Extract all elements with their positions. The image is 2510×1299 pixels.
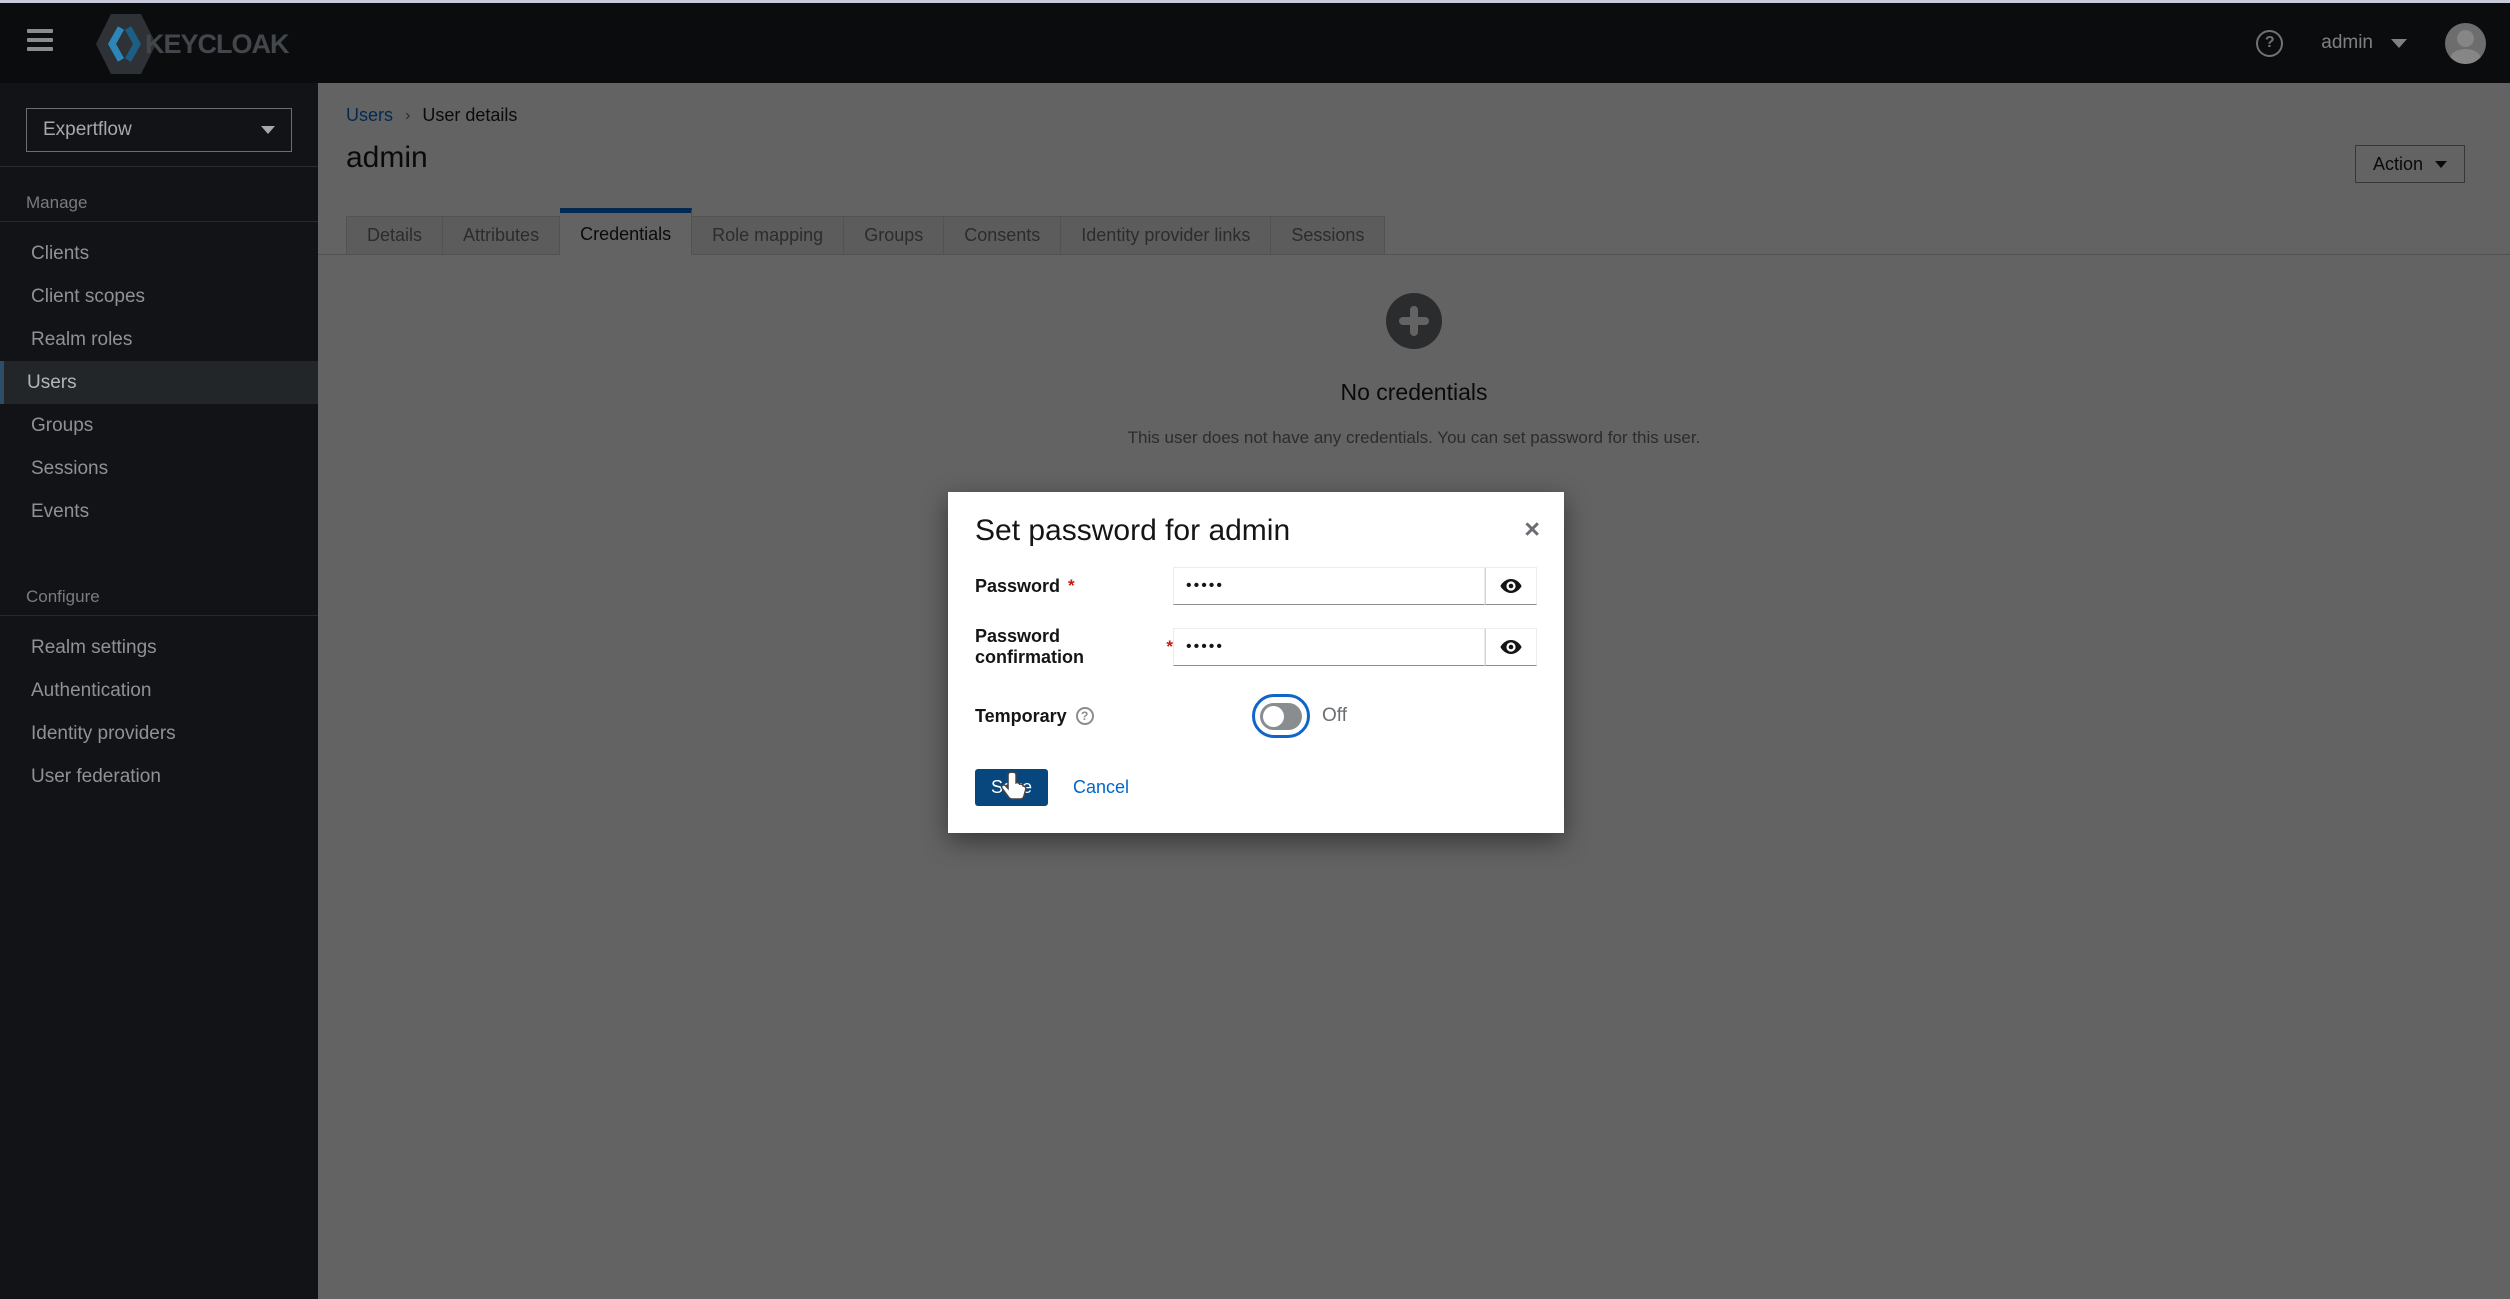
temporary-label: Temporary ? (975, 706, 1173, 727)
chevron-down-icon (2391, 39, 2407, 48)
header-tools: ? admin (2256, 3, 2486, 83)
sidebar-item-client-scopes[interactable]: Client scopes (0, 275, 318, 318)
temporary-row: Temporary ? Off (975, 694, 1537, 738)
chevron-down-icon (261, 126, 275, 134)
sidebar-divider (0, 166, 318, 167)
nav-section-manage: Manage Clients Client scopes Realm roles… (0, 183, 318, 533)
nav-section-title: Manage (0, 183, 318, 222)
realm-name: Expertflow (43, 119, 132, 141)
masthead: KEYCLOAK ? admin (0, 3, 2510, 83)
sidebar-item-sessions[interactable]: Sessions (0, 447, 318, 490)
eye-icon (1499, 574, 1523, 598)
password-confirmation-label: Password confirmation * (975, 628, 1173, 666)
sidebar-item-clients[interactable]: Clients (0, 232, 318, 275)
cancel-button[interactable]: Cancel (1073, 777, 1129, 798)
brand-text: KEYCLOAK (145, 29, 289, 60)
required-asterisk: * (1166, 637, 1173, 657)
required-asterisk: * (1068, 576, 1075, 596)
sidebar-item-realm-roles[interactable]: Realm roles (0, 318, 318, 361)
sidebar-item-realm-settings[interactable]: Realm settings (0, 626, 318, 669)
modal-title: Set password for admin (975, 514, 1290, 548)
keycloak-logo: KEYCLOAK (95, 11, 289, 77)
help-icon[interactable]: ? (2256, 30, 2283, 57)
save-button[interactable]: Save (975, 769, 1048, 806)
sidebar-item-user-federation[interactable]: User federation (0, 755, 318, 798)
nav-section-configure: Configure Realm settings Authentication … (0, 577, 318, 798)
toggle-state-label: Off (1322, 705, 1347, 727)
close-icon[interactable]: × (1524, 516, 1540, 543)
avatar[interactable] (2445, 23, 2486, 64)
password-input[interactable] (1173, 567, 1485, 605)
sidebar-item-groups[interactable]: Groups (0, 404, 318, 447)
nav-toggle-icon[interactable] (27, 29, 53, 55)
password-confirmation-input[interactable] (1173, 628, 1485, 666)
help-icon[interactable]: ? (1076, 707, 1094, 725)
show-password-button[interactable] (1485, 567, 1537, 605)
keycloak-admin-page: KEYCLOAK ? admin Expertflow Manage Clien… (0, 0, 2510, 1299)
sidebar-item-authentication[interactable]: Authentication (0, 669, 318, 712)
sidebar: Expertflow Manage Clients Client scopes … (0, 83, 318, 1299)
show-password-button[interactable] (1485, 628, 1537, 666)
username-label: admin (2321, 32, 2373, 54)
window-top-strip (0, 0, 2510, 3)
password-row: Password * (975, 567, 1537, 605)
user-dropdown[interactable]: admin (2321, 32, 2407, 54)
toggle-track (1260, 703, 1302, 730)
modal-actions: Save Cancel (975, 769, 1129, 806)
nav-section-title: Configure (0, 577, 318, 616)
realm-selector[interactable]: Expertflow (26, 108, 292, 152)
password-label: Password * (975, 567, 1173, 605)
sidebar-item-users[interactable]: Users (0, 361, 318, 404)
set-password-modal: Set password for admin × Password * (948, 492, 1564, 833)
temporary-toggle[interactable] (1252, 694, 1310, 738)
sidebar-item-events[interactable]: Events (0, 490, 318, 533)
sidebar-item-identity-providers[interactable]: Identity providers (0, 712, 318, 755)
toggle-knob (1263, 706, 1284, 727)
eye-icon (1499, 635, 1523, 659)
password-confirmation-row: Password confirmation * (975, 628, 1537, 666)
